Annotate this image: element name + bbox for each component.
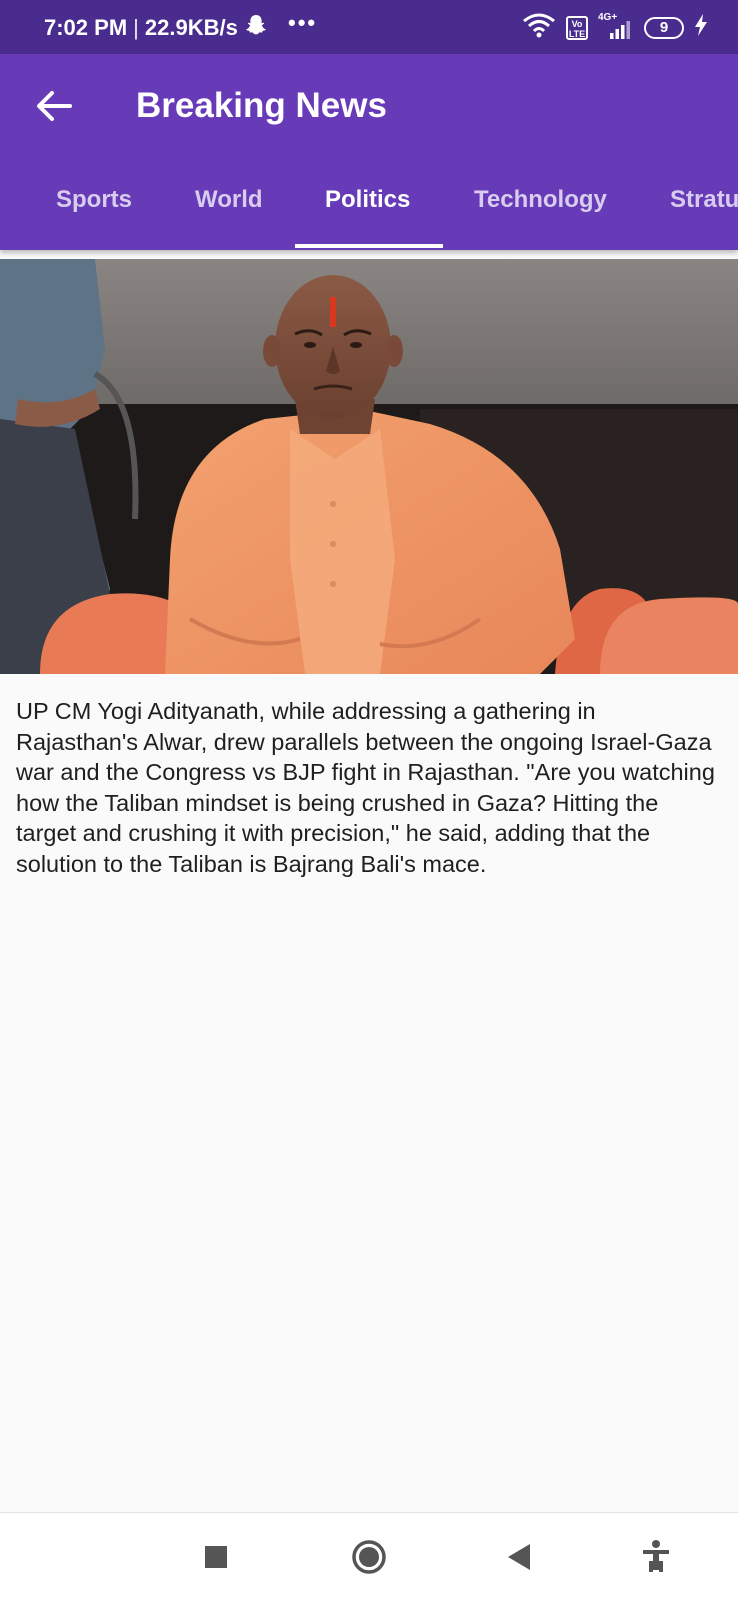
home-circle-icon xyxy=(352,1540,386,1574)
status-net-speed: 22.9KB/s xyxy=(144,15,238,40)
charging-icon xyxy=(694,14,708,41)
status-right: Vo LTE 4G+ 9 xyxy=(522,12,708,43)
volte-icon: Vo LTE xyxy=(566,15,588,40)
status-time: 7:02 PM xyxy=(44,15,128,40)
tab-world[interactable]: World xyxy=(195,186,263,214)
battery-icon: 9 xyxy=(644,16,684,39)
tab-bar: Sports World Politics Technology Stratu xyxy=(0,172,738,250)
screen: 7:02 PM | 22.9KB/s ••• Vo LTE 4G+ 9 Brea… xyxy=(0,0,738,1600)
article-text: UP CM Yogi Adityanath, while addressing … xyxy=(16,698,715,877)
accessibility-icon xyxy=(643,1540,669,1572)
status-left: 7:02 PM | 22.9KB/s xyxy=(44,13,268,43)
tab-technology[interactable]: Technology xyxy=(474,186,607,214)
status-separator: | xyxy=(133,15,139,40)
recents-button[interactable] xyxy=(190,1531,242,1583)
page-title: Breaking News xyxy=(136,86,387,125)
system-nav-bar xyxy=(0,1512,738,1600)
snapchat-icon xyxy=(244,13,268,43)
recents-square-icon xyxy=(205,1546,227,1568)
arrow-back-icon xyxy=(37,91,72,121)
tab-stratu[interactable]: Stratu xyxy=(670,186,738,214)
wifi-icon xyxy=(522,12,556,43)
app-bar: Breaking News Sports World Politics Tech… xyxy=(0,54,738,250)
tab-indicator xyxy=(295,244,443,248)
tab-sports[interactable]: Sports xyxy=(56,186,132,214)
home-button[interactable] xyxy=(343,1531,395,1583)
battery-level: 9 xyxy=(659,18,669,36)
tab-politics[interactable]: Politics xyxy=(325,186,410,214)
nav-back-button[interactable] xyxy=(494,1531,546,1583)
back-triangle-icon xyxy=(508,1544,530,1570)
news-image xyxy=(0,259,738,674)
status-bar: 7:02 PM | 22.9KB/s ••• Vo LTE 4G+ 9 xyxy=(0,0,738,54)
accessibility-button[interactable] xyxy=(630,1531,682,1583)
back-button[interactable] xyxy=(30,82,78,130)
signal-icon: 4G+ xyxy=(598,12,634,41)
more-dots: ••• xyxy=(288,10,318,35)
